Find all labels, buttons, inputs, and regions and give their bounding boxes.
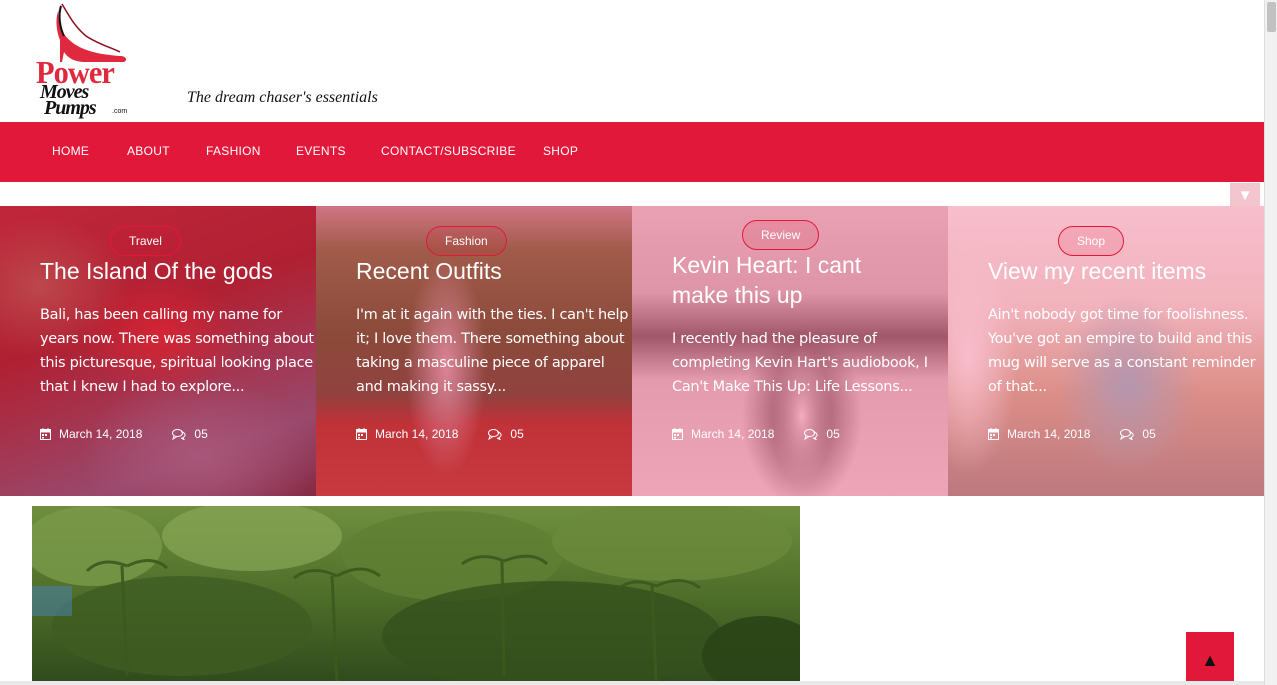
nav-item-fashion[interactable]: FASHION (206, 144, 261, 158)
post-title[interactable]: Recent Outfits (356, 256, 626, 286)
comment-count: 05 (1142, 427, 1156, 441)
post-meta: March 14, 2018 05 (356, 427, 524, 441)
calendar-icon (672, 428, 683, 440)
chevron-down-icon: ▼ (1237, 187, 1253, 204)
category-badge[interactable]: Review (742, 220, 820, 250)
post-excerpt: I'm at it again with the ties. I can't h… (356, 307, 629, 395)
post-title[interactable]: The Island Of the gods (40, 256, 310, 286)
comments-icon (488, 428, 502, 440)
nav-item-home[interactable]: HOME (52, 144, 89, 158)
calendar-icon (356, 428, 367, 440)
slider-card-review[interactable]: Review Kevin Heart: I cant make this up … (632, 206, 948, 496)
featured-post-image[interactable] (32, 506, 800, 685)
post-excerpt: Ain't nobody got time for foolishness. Y… (988, 307, 1256, 395)
comment-count: 05 (510, 427, 524, 441)
post-comments[interactable]: 05 (488, 427, 524, 441)
nav-item-about[interactable]: ABOUT (127, 144, 170, 158)
comments-icon (804, 428, 818, 440)
post-comments[interactable]: 05 (1120, 427, 1156, 441)
post-comments[interactable]: 05 (172, 427, 208, 441)
slider-card-fashion[interactable]: Fashion Recent Outfits I'm at it again w… (316, 206, 632, 496)
jungle-image (32, 506, 800, 685)
horizontal-scroll-track (0, 681, 1264, 685)
nav-item-shop[interactable]: SHOP (543, 144, 578, 158)
post-meta: March 14, 2018 05 (40, 427, 208, 441)
comments-icon (1120, 428, 1134, 440)
post-date: March 14, 2018 (691, 427, 775, 441)
slider-card-shop[interactable]: Shop View my recent items Ain't nobody g… (948, 206, 1264, 496)
main-navigation: HOME ABOUT FASHION EVENTS CONTACT/SUBSCR… (0, 122, 1264, 182)
logo-word-pumps: Pumps (44, 97, 97, 119)
post-meta: March 14, 2018 05 (988, 427, 1156, 441)
post-date: March 14, 2018 (59, 427, 143, 441)
category-badge[interactable]: Fashion (426, 226, 507, 256)
post-title[interactable]: Kevin Heart: I cant make this up (672, 250, 902, 310)
post-date: March 14, 2018 (375, 427, 459, 441)
site-logo[interactable]: Power Moves Pumps .com (34, 2, 134, 120)
logo-domain: .com (112, 108, 128, 115)
category-badge[interactable]: Shop (1058, 226, 1125, 256)
page: Power Moves Pumps .com The dream chaser'… (0, 0, 1264, 685)
arrow-up-icon: ▲ (1201, 650, 1219, 670)
post-date: March 14, 2018 (1007, 427, 1091, 441)
comment-count: 05 (194, 427, 208, 441)
back-to-top-button[interactable]: ▲ (1186, 632, 1234, 685)
post-excerpt: I recently had the pleasure of completin… (672, 331, 928, 395)
post-excerpt: Bali, has been calling my name for years… (40, 307, 314, 395)
featured-slider: Travel The Island Of the gods Bali, has … (0, 206, 1264, 496)
post-comments[interactable]: 05 (804, 427, 840, 441)
nav-item-events[interactable]: EVENTS (296, 144, 346, 158)
post-meta: March 14, 2018 05 (672, 427, 840, 441)
comments-icon (172, 428, 186, 440)
vertical-scrollbar[interactable] (1264, 0, 1277, 685)
calendar-icon (988, 428, 999, 440)
site-tagline: The dream chaser's essentials (187, 89, 378, 106)
comment-count: 05 (826, 427, 840, 441)
post-title[interactable]: View my recent items (988, 256, 1264, 286)
scrollbar-thumb[interactable] (1267, 2, 1276, 32)
nav-item-contact-subscribe[interactable]: CONTACT/SUBSCRIBE (381, 144, 516, 158)
category-badge[interactable]: Travel (110, 226, 181, 256)
calendar-icon (40, 428, 51, 440)
slider-card-travel[interactable]: Travel The Island Of the gods Bali, has … (0, 206, 316, 496)
